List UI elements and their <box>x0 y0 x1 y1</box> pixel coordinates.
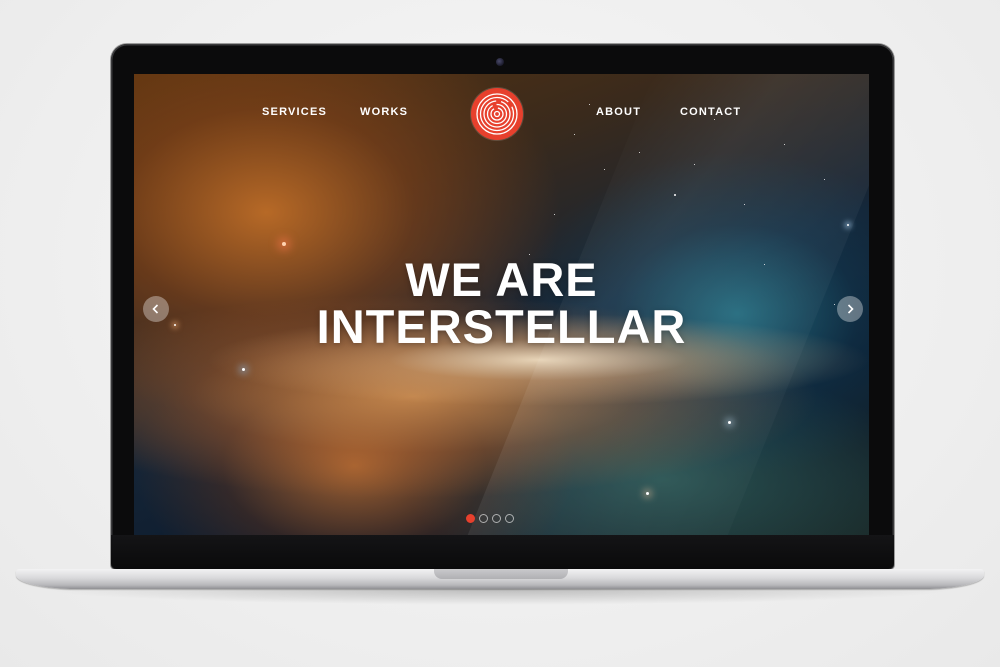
star <box>646 492 649 495</box>
laptop-shadow <box>40 589 960 605</box>
star <box>714 119 715 120</box>
nav-works-link[interactable]: WORKS <box>360 106 408 118</box>
slider-next-button[interactable] <box>837 296 863 322</box>
star <box>824 179 825 180</box>
nav-services-link[interactable]: SERVICES <box>262 106 327 118</box>
star <box>674 194 676 196</box>
star <box>242 368 245 371</box>
star <box>784 144 785 145</box>
laptop-opening-notch <box>434 569 568 579</box>
star <box>282 242 286 246</box>
star <box>574 134 575 135</box>
slider-pagination <box>466 514 514 523</box>
concentric-maze-icon <box>476 93 518 135</box>
camera-icon <box>496 58 504 66</box>
hero-headline-line2: INTERSTELLAR <box>316 300 687 353</box>
slider-dot-4[interactable] <box>505 514 514 523</box>
chevron-right-icon <box>847 304 854 314</box>
site-logo[interactable] <box>471 88 523 140</box>
slider-dot-2[interactable] <box>479 514 488 523</box>
hero-headline-line1: WE ARE <box>405 253 598 306</box>
nav-about-link[interactable]: ABOUT <box>596 106 641 118</box>
star <box>728 421 731 424</box>
star <box>639 152 640 153</box>
star <box>554 214 555 215</box>
star <box>847 224 849 226</box>
nav-contact-link[interactable]: CONTACT <box>680 106 741 118</box>
slider-dot-1[interactable] <box>466 514 475 523</box>
website-screen: SERVICES WORKS ABOUT CONTACT WE ARE INTE… <box>134 74 869 535</box>
star <box>694 164 695 165</box>
laptop-bezel-bottom <box>111 535 894 569</box>
star <box>604 169 605 170</box>
star <box>744 204 745 205</box>
slider-dot-3[interactable] <box>492 514 501 523</box>
slider-prev-button[interactable] <box>143 296 169 322</box>
chevron-left-icon <box>152 304 159 314</box>
star <box>589 104 590 105</box>
